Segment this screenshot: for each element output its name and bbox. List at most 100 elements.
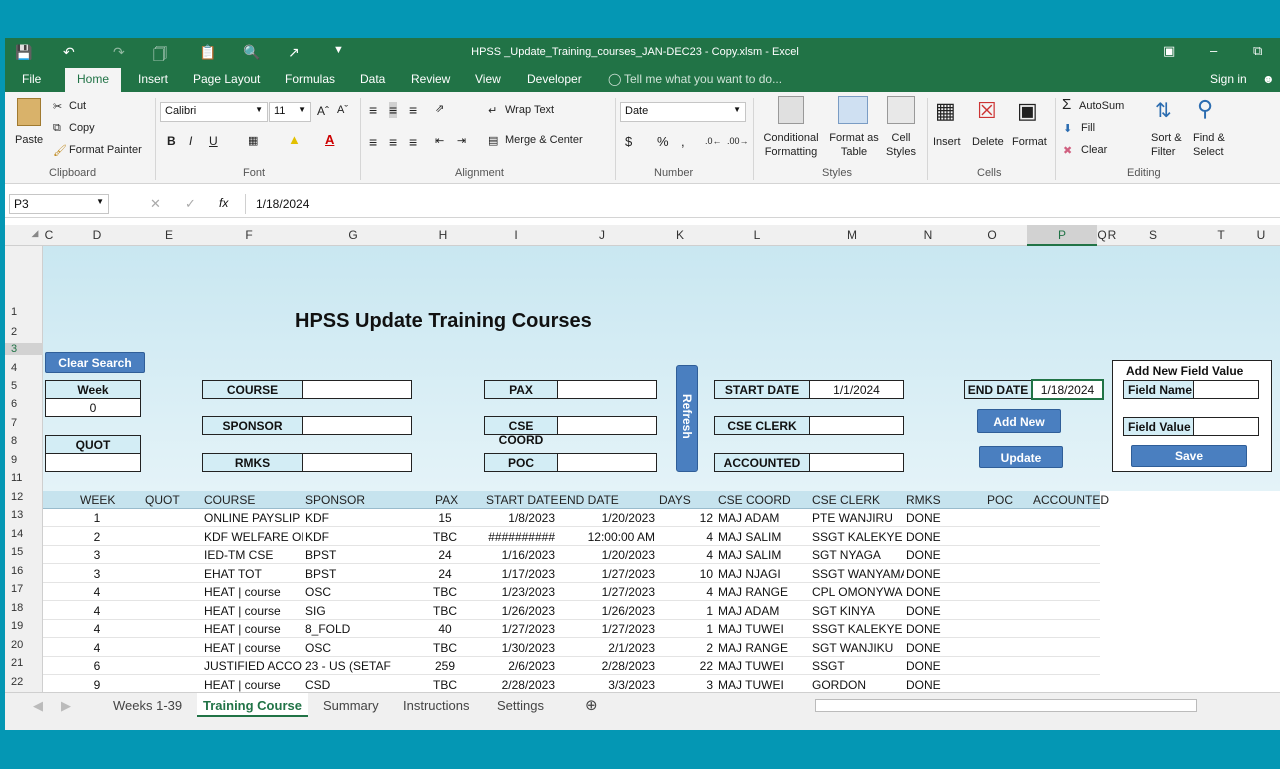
- cell-rmks[interactable]: DONE: [906, 567, 956, 581]
- cell-week[interactable]: 3: [43, 567, 151, 581]
- ribbon-display-icon[interactable]: ▣: [1163, 43, 1175, 59]
- cell-pax[interactable]: TBC: [415, 678, 475, 692]
- format-cells-button[interactable]: Format: [1012, 136, 1047, 148]
- sheet-tab-settings[interactable]: Settings: [497, 698, 544, 713]
- align-left-icon[interactable]: ≡: [369, 134, 377, 150]
- add-sheet-icon[interactable]: ⊕: [585, 696, 598, 714]
- cell-course[interactable]: HEAT | course: [204, 604, 303, 618]
- cell-sponsor[interactable]: CSD: [305, 678, 405, 692]
- col-header-c[interactable]: C: [43, 228, 55, 242]
- cell-days[interactable]: 12: [655, 511, 713, 525]
- insert-function-icon[interactable]: fx: [219, 196, 228, 210]
- pointer-icon[interactable]: ↗: [288, 44, 300, 61]
- redo-icon[interactable]: ↷: [113, 44, 125, 61]
- cell-days[interactable]: 1: [655, 604, 713, 618]
- pax-input[interactable]: [557, 380, 657, 399]
- cell-end-date[interactable]: 12:00:00 AM: [555, 530, 655, 544]
- maximize-icon[interactable]: ⧉: [1253, 43, 1262, 59]
- row-header[interactable]: 14: [5, 528, 43, 540]
- cut-button[interactable]: Cut: [69, 100, 86, 112]
- row-header[interactable]: 1: [5, 306, 43, 318]
- cell-pax[interactable]: 24: [415, 567, 475, 581]
- font-size-select[interactable]: 11 ▼: [269, 102, 311, 122]
- field-value-input[interactable]: [1193, 417, 1259, 436]
- borders-icon[interactable]: ▦: [248, 134, 258, 147]
- cell-sponsor[interactable]: SIG: [305, 604, 405, 618]
- cell-cse-clerk[interactable]: SSGT KALEKYE: [812, 530, 904, 544]
- cell-styles-label-2[interactable]: Styles: [881, 146, 921, 158]
- field-name-input[interactable]: [1193, 380, 1259, 399]
- cell-pax[interactable]: 15: [415, 511, 475, 525]
- cell-sponsor[interactable]: BPST: [305, 548, 405, 562]
- row-header[interactable]: 2: [5, 326, 43, 338]
- tab-page-layout[interactable]: Page Layout: [193, 72, 260, 86]
- save-button[interactable]: Save: [1131, 445, 1247, 467]
- autosum-button[interactable]: AutoSum: [1079, 100, 1124, 112]
- col-header-f[interactable]: F: [199, 228, 299, 242]
- save-icon[interactable]: 💾: [15, 44, 32, 61]
- cell-week[interactable]: 4: [43, 604, 151, 618]
- row-header[interactable]: 7: [5, 417, 43, 429]
- cell-end-date[interactable]: 1/27/2023: [555, 567, 655, 581]
- cell-cse-coord[interactable]: MAJ ADAM: [718, 511, 808, 525]
- fill-button[interactable]: Fill: [1081, 122, 1095, 134]
- cell-end-date[interactable]: 1/20/2023: [555, 511, 655, 525]
- cell-pax[interactable]: TBC: [415, 585, 475, 599]
- cell-course[interactable]: JUSTIFIED ACCORI: [204, 659, 303, 673]
- cell-pax[interactable]: TBC: [415, 641, 475, 655]
- cell-pax[interactable]: 40: [415, 622, 475, 636]
- bold-icon[interactable]: B: [167, 134, 176, 148]
- cell-rmks[interactable]: DONE: [906, 585, 956, 599]
- cell-week[interactable]: 4: [43, 622, 151, 636]
- delete-cells-button[interactable]: Delete: [972, 136, 1004, 148]
- poc-input[interactable]: [557, 453, 657, 472]
- cell-cse-coord[interactable]: MAJ ADAM: [718, 604, 808, 618]
- align-bottom-icon[interactable]: ≡: [409, 102, 417, 118]
- sheet-tab-instructions[interactable]: Instructions: [403, 698, 469, 713]
- col-header-u[interactable]: U: [1253, 228, 1269, 242]
- accounted-input[interactable]: [809, 453, 904, 472]
- format-as-table-label-2[interactable]: Table: [823, 146, 885, 158]
- cell-course[interactable]: EHAT TOT: [204, 567, 303, 581]
- course-input[interactable]: [302, 380, 412, 399]
- cell-start-date[interactable]: 1/30/2023: [477, 641, 555, 655]
- tab-view[interactable]: View: [475, 72, 501, 86]
- refresh-button[interactable]: Refresh: [676, 365, 698, 472]
- find-select-label[interactable]: Find &: [1193, 132, 1225, 144]
- increase-indent-icon[interactable]: ⇥: [457, 134, 466, 147]
- cell-rmks[interactable]: DONE: [906, 511, 956, 525]
- cell-week[interactable]: 9: [43, 678, 151, 692]
- cell-end-date[interactable]: 1/26/2023: [555, 604, 655, 618]
- cell-pax[interactable]: TBC: [415, 604, 475, 618]
- cell-pax[interactable]: 24: [415, 548, 475, 562]
- cell-course[interactable]: KDF WELFARE OFF: [204, 530, 303, 544]
- decrease-decimal-icon[interactable]: .00→: [727, 136, 749, 146]
- cell-start-date[interactable]: 1/8/2023: [477, 511, 555, 525]
- row-header[interactable]: 20: [5, 639, 43, 651]
- row-header[interactable]: 22: [5, 676, 43, 688]
- row-header[interactable]: 16: [5, 565, 43, 577]
- quot-input[interactable]: [45, 453, 141, 472]
- cell-cse-coord[interactable]: MAJ RANGE: [718, 641, 808, 655]
- customize-qa-icon[interactable]: ▼: [333, 44, 344, 56]
- minimize-icon[interactable]: –: [1210, 43, 1217, 58]
- end-date-input[interactable]: 1/18/2024: [1031, 379, 1104, 400]
- cell-course[interactable]: HEAT | course: [204, 622, 303, 636]
- currency-icon[interactable]: $: [625, 134, 632, 149]
- paste-button[interactable]: Paste: [15, 134, 43, 146]
- cell-sponsor[interactable]: 8_FOLD: [305, 622, 405, 636]
- row-header[interactable]: 15: [5, 546, 43, 558]
- align-right-icon[interactable]: ≡: [409, 134, 417, 150]
- cell-rmks[interactable]: DONE: [906, 548, 956, 562]
- cell-rmks[interactable]: DONE: [906, 604, 956, 618]
- row-header[interactable]: 19: [5, 620, 43, 632]
- orientation-icon[interactable]: ⇗: [435, 102, 444, 115]
- col-header-t[interactable]: T: [1189, 228, 1253, 242]
- cell-days[interactable]: 2: [655, 641, 713, 655]
- cell-sponsor[interactable]: 23 - US (SETAF: [305, 659, 405, 673]
- add-new-button[interactable]: Add New: [977, 409, 1061, 433]
- align-center-icon[interactable]: ≡: [389, 134, 397, 150]
- cell-cse-coord[interactable]: MAJ RANGE: [718, 585, 808, 599]
- cell-cse-coord[interactable]: MAJ NJAGI: [718, 567, 808, 581]
- cell-start-date[interactable]: 1/26/2023: [477, 604, 555, 618]
